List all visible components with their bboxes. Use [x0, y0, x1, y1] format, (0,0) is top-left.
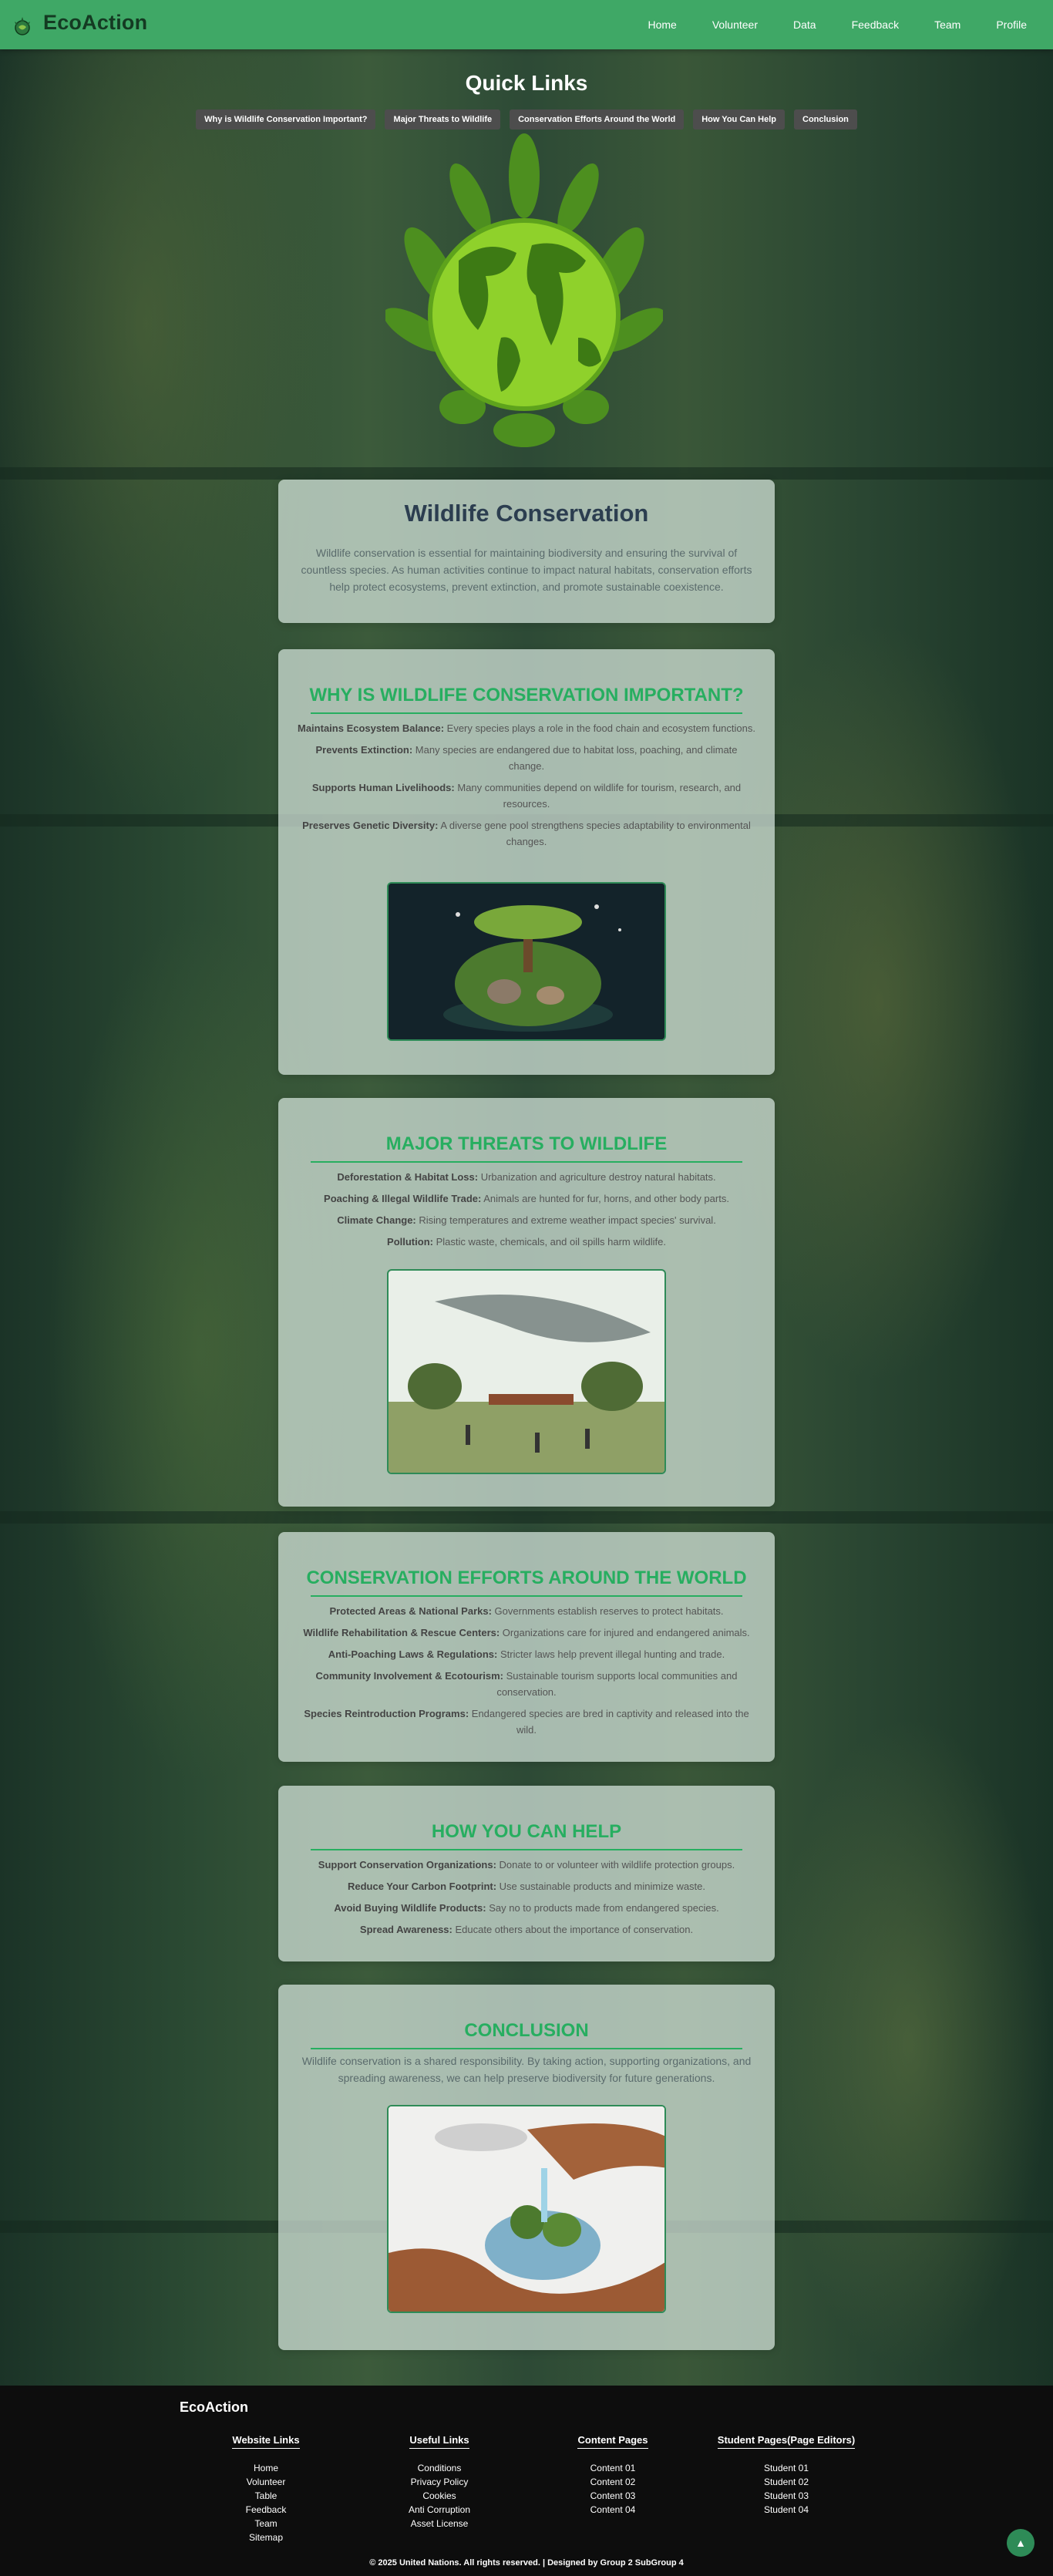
- background-band: [0, 467, 1053, 480]
- list-item: Maintains Ecosystem Balance: Every speci…: [298, 722, 755, 734]
- footer-link[interactable]: Team: [231, 2517, 301, 2531]
- footer-column-title: Content Pages: [577, 2434, 648, 2449]
- footer-link[interactable]: Sitemap: [231, 2531, 301, 2544]
- quick-links-bar: Why is Wildlife Conservation Important? …: [0, 109, 1053, 130]
- conclusion-section: Conclusion Wildlife conservation is a sh…: [278, 1985, 775, 2350]
- quick-link-threats[interactable]: Major Threats to Wildlife: [385, 109, 501, 130]
- list-item: Support Conservation Organizations: Dona…: [318, 1859, 735, 1871]
- efforts-section: Conservation Efforts Around the World Pr…: [278, 1532, 775, 1762]
- ecosystem-image: [387, 882, 666, 1041]
- threats-image: [387, 1269, 666, 1474]
- footer-column-students: Student Pages(Page Editors) Student 01 S…: [713, 2433, 860, 2517]
- quick-link-conclusion[interactable]: Conclusion: [794, 109, 857, 130]
- background-band: [0, 1511, 1053, 1524]
- footer-link[interactable]: Volunteer: [231, 2475, 301, 2489]
- list-item: Poaching & Illegal Wildlife Trade: Anima…: [324, 1193, 729, 1204]
- section-divider: [311, 712, 742, 714]
- section-divider: [311, 2048, 742, 2049]
- footer-column-content: Content Pages Content 01 Content 02 Cont…: [570, 2433, 655, 2517]
- footer-link[interactable]: Cookies: [401, 2489, 478, 2503]
- threats-section: Major Threats to Wildlife Deforestation …: [278, 1098, 775, 1507]
- footer-column-useful: Useful Links Conditions Privacy Policy C…: [401, 2433, 478, 2531]
- list-item: Anti-Poaching Laws & Regulations: Strict…: [328, 1648, 725, 1660]
- footer-link[interactable]: Table: [231, 2489, 301, 2503]
- back-to-top-button[interactable]: ▲: [1007, 2529, 1034, 2557]
- footer-link[interactable]: Privacy Policy: [401, 2475, 478, 2489]
- footer-link[interactable]: Student 02: [713, 2475, 860, 2489]
- footer-column-title: Website Links: [232, 2434, 300, 2449]
- list-item: Species Reintroduction Programs: Endange…: [304, 1708, 749, 1736]
- leaf-logo-icon[interactable]: [12, 15, 33, 37]
- importance-section: Why is Wildlife Conservation Important? …: [278, 649, 775, 1075]
- quick-link-importance[interactable]: Why is Wildlife Conservation Important?: [196, 109, 376, 130]
- section-divider: [311, 1595, 742, 1597]
- nav-menu: Home Volunteer Data Feedback Team Profil…: [648, 0, 1053, 49]
- nav-data[interactable]: Data: [793, 0, 816, 49]
- section-divider: [311, 1161, 742, 1163]
- section-title: How You Can Help: [431, 1821, 622, 1842]
- footer-brand: EcoAction: [180, 2399, 249, 2415]
- list-item: Spread Awareness: Educate others about t…: [359, 1924, 694, 1935]
- section-divider: [311, 1849, 742, 1850]
- list-item: Wildlife Rehabilitation & Rescue Centers…: [303, 1627, 750, 1638]
- nav-feedback[interactable]: Feedback: [852, 0, 899, 49]
- quick-links-title: Quick Links: [465, 71, 588, 95]
- conclusion-text: Wildlife conservation is a shared respon…: [301, 2055, 752, 2084]
- green-earth-illustration: [385, 133, 663, 447]
- nav-volunteer[interactable]: Volunteer: [712, 0, 758, 49]
- navbar: EcoAction Home Volunteer Data Feedback T…: [0, 0, 1053, 49]
- list-item: Protected Areas & National Parks: Govern…: [329, 1605, 724, 1617]
- footer-link[interactable]: Student 01: [713, 2461, 860, 2475]
- footer-link[interactable]: Asset License: [401, 2517, 478, 2531]
- page-title: Wildlife Conservation: [404, 500, 649, 527]
- list-item: Pollution: Plastic waste, chemicals, and…: [387, 1236, 666, 1248]
- intro-card: Wildlife Conservation Wildlife conservat…: [278, 480, 775, 623]
- nav-profile[interactable]: Profile: [996, 0, 1027, 49]
- help-section: How You Can Help Support Conservation Or…: [278, 1786, 775, 1961]
- section-title: Major Threats to Wildlife: [385, 1133, 668, 1154]
- list-item: Community Involvement & Ecotourism: Sust…: [315, 1670, 738, 1698]
- footer-link[interactable]: Home: [231, 2461, 301, 2475]
- footer-column-website: Website Links Home Volunteer Table Feedb…: [231, 2433, 301, 2544]
- copyright: © 2025 United Nations. All rights reserv…: [369, 2558, 684, 2568]
- quick-link-help[interactable]: How You Can Help: [693, 109, 785, 130]
- list-item: Preserves Genetic Diversity: A diverse g…: [302, 820, 751, 847]
- section-title: Conservation Efforts Around the World: [306, 1567, 747, 1588]
- list-item: Deforestation & Habitat Loss: Urbanizati…: [337, 1171, 716, 1183]
- footer-link[interactable]: Content 03: [570, 2489, 655, 2503]
- section-title: Why is Wildlife Conservation Important?: [309, 685, 744, 705]
- footer-column-title: Student Pages(Page Editors): [717, 2434, 856, 2449]
- hands-earth-image: [387, 2105, 666, 2313]
- list-item: Supports Human Livelihoods: Many communi…: [311, 782, 742, 810]
- footer-link[interactable]: Student 03: [713, 2489, 860, 2503]
- quick-link-efforts[interactable]: Conservation Efforts Around the World: [510, 109, 685, 130]
- list-item: Prevents Extinction: Many species are en…: [315, 744, 738, 772]
- intro-text: Wildlife conservation is essential for m…: [301, 547, 752, 593]
- list-item: Reduce Your Carbon Footprint: Use sustai…: [347, 1881, 706, 1892]
- footer-link[interactable]: Content 04: [570, 2503, 655, 2517]
- footer: EcoAction Website Links Home Volunteer T…: [0, 2386, 1053, 2576]
- footer-link[interactable]: Feedback: [231, 2503, 301, 2517]
- footer-link[interactable]: Conditions: [401, 2461, 478, 2475]
- footer-link[interactable]: Content 02: [570, 2475, 655, 2489]
- nav-home[interactable]: Home: [648, 0, 676, 49]
- footer-link[interactable]: Anti Corruption: [401, 2503, 478, 2517]
- section-title: Conclusion: [464, 2020, 589, 2041]
- footer-column-title: Useful Links: [409, 2434, 469, 2449]
- footer-link[interactable]: Content 01: [570, 2461, 655, 2475]
- brand-name[interactable]: EcoAction: [43, 11, 147, 35]
- nav-team[interactable]: Team: [934, 0, 960, 49]
- footer-link[interactable]: Student 04: [713, 2503, 860, 2517]
- list-item: Climate Change: Rising temperatures and …: [337, 1214, 716, 1226]
- list-item: Avoid Buying Wildlife Products: Say no t…: [334, 1902, 719, 1914]
